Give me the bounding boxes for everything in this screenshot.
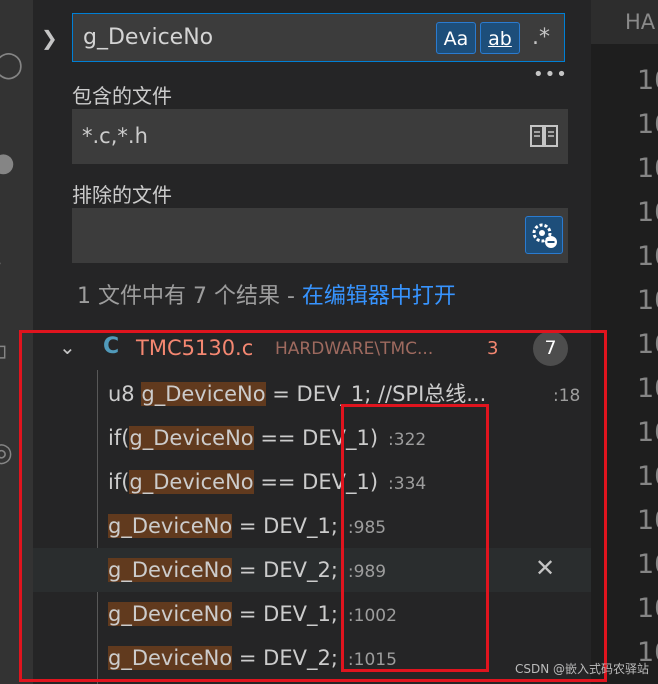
include-field-value[interactable]: *.c,*.h — [82, 109, 148, 164]
line-number: 10 — [637, 197, 658, 228]
remote-icon[interactable]: ◎ — [0, 440, 13, 466]
line-number: 10 — [637, 593, 658, 624]
run-icon[interactable]: › — [0, 250, 2, 276]
line-number: 10 — [637, 461, 658, 492]
exclude-field[interactable] — [72, 208, 568, 263]
settings-exclude-icon — [532, 223, 557, 248]
include-label: 包含的文件 — [72, 84, 172, 108]
line-number: 10 — [637, 549, 658, 580]
line-number: 10 — [637, 417, 658, 448]
annotation-box-line-numbers — [341, 404, 489, 672]
use-regex-button[interactable]: .* — [525, 22, 557, 54]
results-summary: 1 文件中有 7 个结果 - 在编辑器中打开 — [77, 278, 456, 310]
watermark: CSDN @嵌入式码农驿站 — [515, 662, 650, 676]
editor-tab[interactable]: HA — [601, 0, 658, 44]
toggle-search-details-button[interactable]: ••• — [533, 64, 568, 85]
search-input-value[interactable]: g_DeviceNo — [83, 14, 213, 61]
line-number: 10 — [637, 505, 658, 536]
exclude-label: 排除的文件 — [72, 183, 172, 207]
line-number: 10 — [637, 241, 658, 272]
line-number: 10 — [637, 329, 658, 360]
line-number: 10 — [637, 373, 658, 404]
toggle-replace-chevron-icon[interactable]: ❯ — [41, 26, 58, 50]
line-number: 10 — [637, 65, 658, 96]
line-number: 10 — [637, 285, 658, 316]
book-icon[interactable] — [529, 123, 559, 149]
extensions-icon[interactable]: ▫ — [0, 338, 8, 364]
include-field[interactable]: *.c,*.h — [72, 109, 568, 164]
use-exclude-settings-button[interactable] — [525, 216, 563, 254]
match-case-button[interactable]: Aa — [436, 22, 476, 54]
line-number: 10 — [637, 109, 658, 140]
search-input[interactable]: g_DeviceNo Aa ab .* — [72, 13, 565, 62]
annotation-box-results — [19, 330, 607, 682]
results-summary-text: 1 文件中有 7 个结果 - — [77, 284, 302, 309]
debug-icon[interactable]: ● — [0, 150, 15, 176]
editor-tab-bar: HA — [591, 0, 658, 44]
match-whole-word-button[interactable]: ab — [480, 22, 520, 54]
source-control-icon[interactable]: ◯ — [0, 52, 23, 78]
line-number: 10 — [637, 153, 658, 184]
open-in-editor-link[interactable]: 在编辑器中打开 — [302, 284, 456, 309]
